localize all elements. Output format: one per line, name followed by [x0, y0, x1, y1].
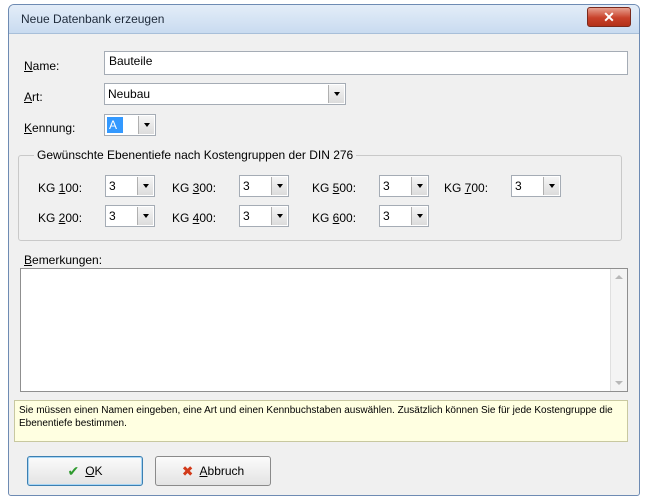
close-button[interactable]: ✕: [587, 7, 631, 27]
name-input[interactable]: Bauteile: [104, 51, 628, 75]
cost-group-title: Gewünschte Ebenentiefe nach Kostengruppe…: [34, 148, 357, 162]
kg200-dropdown[interactable]: 3: [105, 205, 155, 227]
window-title: Neue Datenbank erzeugen: [21, 12, 165, 26]
kg200-label: KG 200:: [38, 211, 83, 225]
remarks-scrollbar[interactable]: [610, 269, 627, 391]
kg700-label: KG 700:: [444, 181, 489, 195]
cancel-button[interactable]: ✖ Abbruch: [155, 456, 271, 486]
kg300-label: KG 300:: [172, 181, 217, 195]
chevron-down-icon[interactable]: [271, 207, 287, 225]
kg300-value: 3: [243, 179, 250, 193]
close-x-icon: ✖: [181, 462, 194, 479]
kg600-value: 3: [383, 209, 390, 223]
kg600-dropdown[interactable]: 3: [379, 205, 429, 227]
kg700-value: 3: [515, 179, 522, 193]
kennung-label: Kennung:: [24, 121, 76, 135]
kg600-label: KG 600:: [312, 211, 357, 225]
scroll-down-icon[interactable]: [615, 381, 623, 385]
remarks-textarea[interactable]: [20, 268, 628, 392]
chevron-down-icon[interactable]: [411, 207, 427, 225]
kg500-label: KG 500:: [312, 181, 357, 195]
kg200-value: 3: [109, 209, 116, 223]
title-bar[interactable]: Neue Datenbank erzeugen ✕: [9, 5, 639, 34]
chevron-down-icon[interactable]: [411, 177, 427, 195]
checkmark-icon: ✔: [67, 462, 80, 479]
ok-label: OK: [85, 464, 103, 478]
scroll-up-icon[interactable]: [615, 275, 623, 279]
art-label: Art:: [24, 90, 43, 104]
art-value: Neubau: [108, 87, 151, 101]
kennung-value: A: [107, 117, 124, 133]
kg100-label: KG 100:: [38, 181, 83, 195]
name-value: Bauteile: [109, 54, 153, 68]
kg100-value: 3: [109, 179, 116, 193]
kg400-dropdown[interactable]: 3: [239, 205, 289, 227]
cancel-label: Abbruch: [199, 464, 245, 478]
kg500-dropdown[interactable]: 3: [379, 175, 429, 197]
hint-text: Sie müssen einen Namen eingeben, eine Ar…: [19, 405, 613, 429]
kg700-dropdown[interactable]: 3: [511, 175, 561, 197]
chevron-down-icon[interactable]: [271, 177, 287, 195]
ok-button[interactable]: ✔ OK: [27, 456, 143, 486]
remarks-label: Bemerkungen:: [24, 253, 103, 267]
chevron-down-icon[interactable]: [137, 177, 153, 195]
kg400-value: 3: [243, 209, 250, 223]
kg100-dropdown[interactable]: 3: [105, 175, 155, 197]
hint-panel: Sie müssen einen Namen eingeben, eine Ar…: [14, 400, 628, 442]
kg400-label: KG 400:: [172, 211, 217, 225]
chevron-down-icon[interactable]: [328, 85, 344, 103]
chevron-down-icon[interactable]: [543, 177, 559, 195]
cost-group-box: [18, 155, 622, 241]
kg500-value: 3: [383, 179, 390, 193]
kennung-dropdown[interactable]: A: [104, 114, 156, 136]
close-icon: ✕: [603, 8, 615, 25]
name-label: Name:: [24, 59, 60, 73]
art-dropdown[interactable]: Neubau: [104, 83, 346, 105]
kg300-dropdown[interactable]: 3: [239, 175, 289, 197]
chevron-down-icon[interactable]: [137, 207, 153, 225]
chevron-down-icon[interactable]: [138, 116, 154, 134]
